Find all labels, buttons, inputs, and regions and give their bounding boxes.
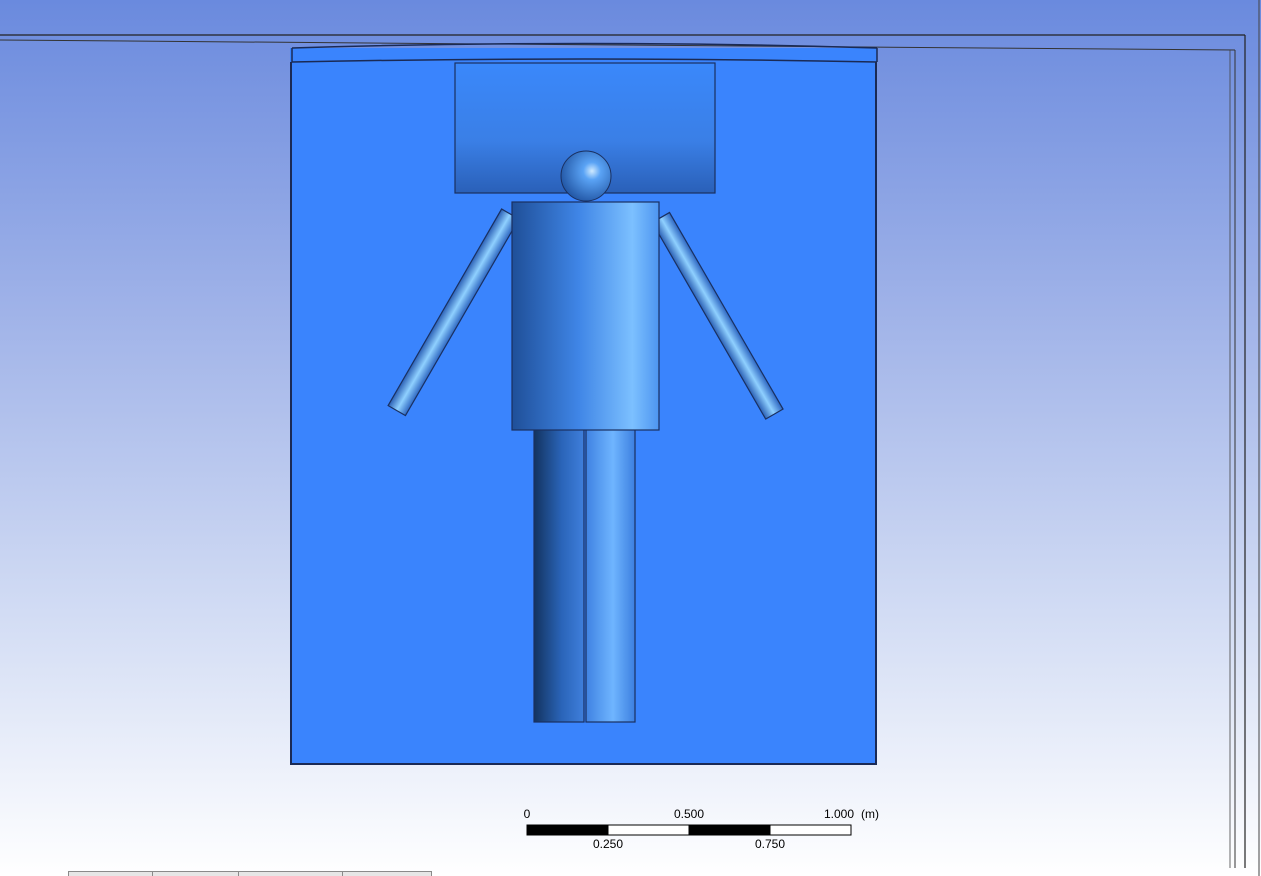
left-leg[interactable] xyxy=(533,428,585,723)
bottom-tab-strip xyxy=(68,871,432,876)
scale-label-0250: 0.250 xyxy=(592,837,624,851)
scale-bar xyxy=(526,824,852,836)
graphics-viewport[interactable]: 0 0.500 1.000 (m) 0.250 0.750 xyxy=(0,0,1261,876)
scale-unit: (m) xyxy=(861,807,879,821)
torso[interactable] xyxy=(511,201,660,431)
head[interactable] xyxy=(560,150,612,202)
tab-4[interactable] xyxy=(342,871,432,876)
scale-label-0: 0 xyxy=(523,807,531,821)
scale-label-0500: 0.500 xyxy=(673,807,705,821)
right-leg[interactable] xyxy=(585,428,636,723)
tab-2[interactable] xyxy=(152,871,238,876)
scale-label-0750: 0.750 xyxy=(754,837,786,851)
tab-1[interactable] xyxy=(68,871,152,876)
scale-label-1000: 1.000 xyxy=(823,807,855,821)
tab-3[interactable] xyxy=(238,871,342,876)
scene-canvas[interactable] xyxy=(0,0,1261,876)
